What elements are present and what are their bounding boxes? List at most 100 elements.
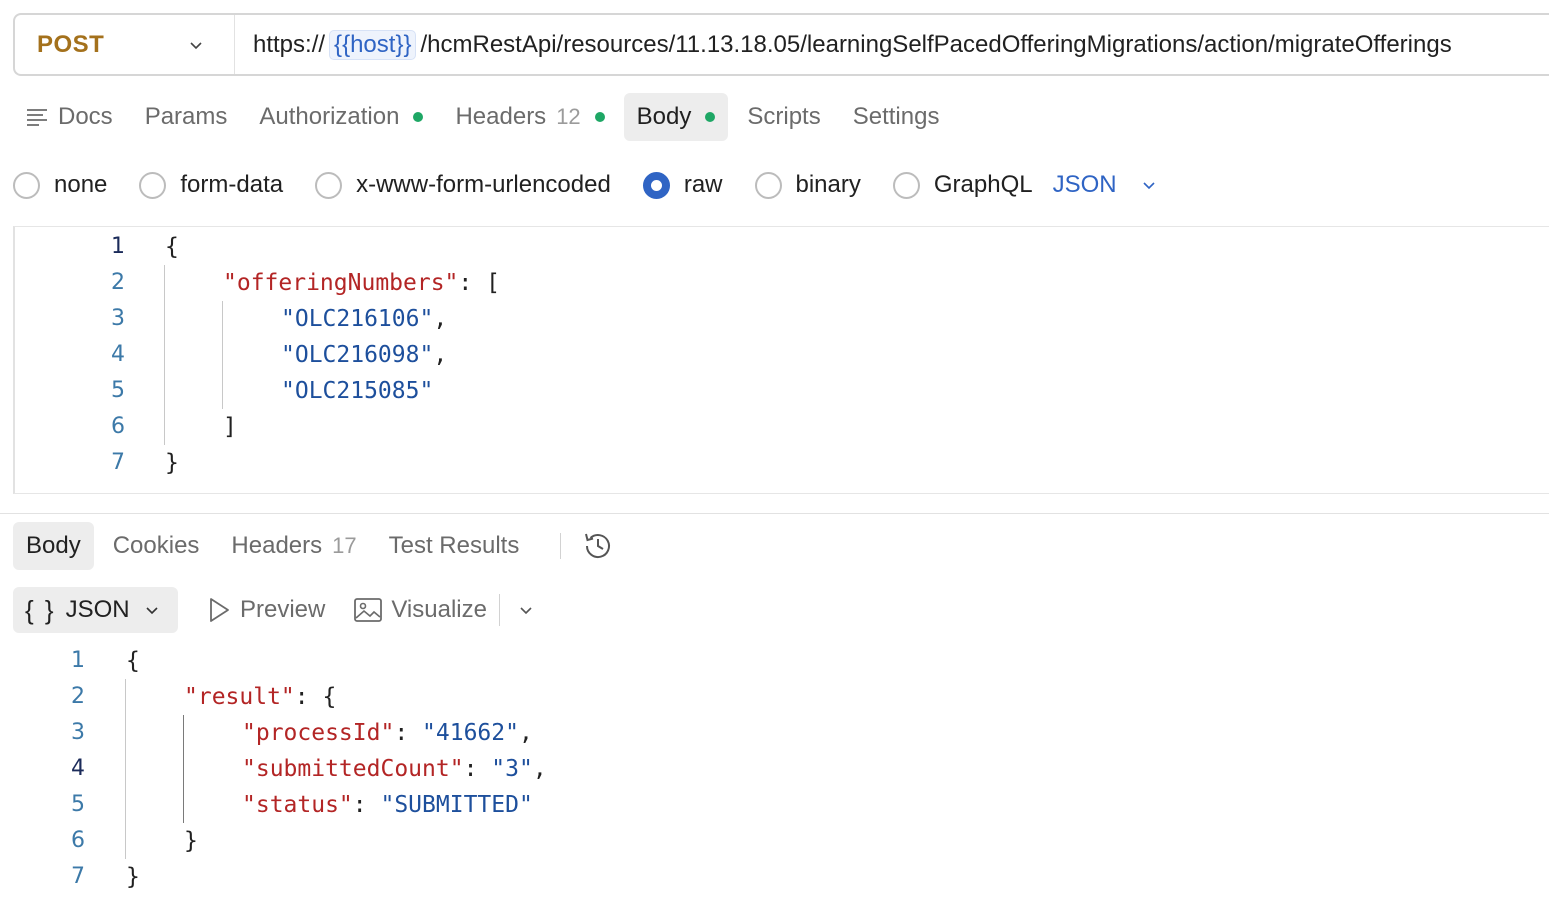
braces-icon: { } [25, 594, 56, 625]
json-punct: , [532, 756, 547, 782]
response-body-viewer[interactable]: 1 2 3 4 5 6 7 { "result": { "processId":… [13, 642, 1549, 908]
tab-scripts[interactable]: Scripts [734, 93, 833, 141]
radio-circle[interactable] [315, 171, 343, 199]
json-string: "OLC216098" [281, 342, 434, 368]
tab-label: Authorization [259, 103, 400, 130]
visualize-label: Visualize [391, 596, 487, 623]
preview-label: Preview [240, 596, 326, 623]
tab-label: Docs [58, 103, 113, 130]
radio-circle-selected[interactable] [642, 171, 670, 199]
chevron-down-icon [190, 42, 202, 50]
json-punct: : { [294, 684, 337, 710]
line-number: 1 [71, 648, 85, 673]
radio-label: GraphQL [933, 171, 1033, 198]
json-punct: { [165, 234, 179, 260]
tab-params[interactable]: Params [132, 93, 241, 141]
json-punct: } [126, 864, 140, 890]
json-punct: ] [223, 414, 237, 440]
code-line: "status": "SUBMITTED" [242, 787, 533, 823]
tab-docs[interactable]: Docs [13, 93, 126, 141]
tab-label: Body [26, 532, 81, 559]
response-format-label: JSON [65, 596, 130, 623]
tab-label: Test Results [388, 532, 520, 559]
tab-response-headers[interactable]: Headers 17 [218, 522, 369, 570]
tab-label: Headers [231, 532, 323, 559]
tab-response-body[interactable]: Body [13, 522, 94, 570]
json-punct: : [ [458, 270, 500, 296]
status-dot [594, 112, 605, 122]
toolbar-separator [498, 594, 500, 626]
radio-binary[interactable]: binary [754, 171, 861, 199]
radio-graphql[interactable]: GraphQL [892, 171, 1033, 199]
json-punct: , [433, 342, 448, 368]
code-line: { [126, 643, 140, 679]
radio-circle[interactable] [892, 171, 920, 199]
raw-format-dropdown[interactable]: JSON [1053, 171, 1157, 199]
json-punct: : [352, 792, 381, 818]
radio-label: binary [795, 171, 861, 198]
tab-separator [560, 533, 562, 559]
headers-count: 12 [556, 104, 581, 129]
visualize-button[interactable]: Visualize [353, 596, 487, 624]
radio-label: none [54, 171, 108, 198]
line-number: 2 [71, 684, 85, 709]
line-number: 6 [71, 828, 85, 853]
tab-authorization[interactable]: Authorization [246, 93, 436, 141]
method-select[interactable]: POST [15, 15, 235, 74]
request-body-editor[interactable]: 1 2 3 4 5 6 7 { "offeringNumbers": [ "OL… [13, 226, 1549, 494]
line-number: 3 [71, 720, 85, 745]
tab-label: Body [636, 103, 692, 130]
radio-none[interactable]: none [13, 171, 107, 199]
json-key: "submittedCount" [242, 756, 464, 782]
json-string: "41662" [422, 720, 519, 746]
json-key: "processId" [242, 720, 395, 746]
pane-divider[interactable] [0, 513, 1549, 514]
code-line: "OLC215085" [281, 373, 433, 409]
code-line: "processId": "41662", [242, 715, 533, 751]
body-type-selector: none form-data x-www-form-urlencoded raw… [13, 162, 1157, 208]
chevron-down-icon[interactable] [518, 602, 534, 618]
play-icon [210, 598, 229, 622]
json-punct: } [184, 828, 198, 854]
radio-circle[interactable] [754, 171, 782, 199]
tab-headers[interactable]: Headers 12 [442, 93, 617, 141]
code-line: "OLC216106", [281, 301, 447, 337]
json-punct: } [165, 450, 179, 476]
url-path: /hcmRestApi/resources/11.13.18.05/learni… [420, 30, 1452, 58]
response-toolbar: { } JSON Preview Visualize [13, 587, 534, 633]
code-line: } [126, 859, 140, 895]
code-line: ] [223, 409, 237, 445]
line-number: 7 [71, 864, 85, 889]
radio-raw[interactable]: raw [642, 171, 723, 199]
history-icon[interactable] [581, 529, 615, 563]
radio-circle[interactable] [139, 171, 167, 199]
radio-label: raw [683, 171, 723, 198]
headers-count: 17 [332, 533, 357, 558]
json-punct: : [394, 720, 423, 746]
url-variable-host[interactable]: {{host}} [329, 29, 417, 60]
radio-form-data[interactable]: form-data [139, 171, 283, 199]
json-string: "OLC216106" [281, 306, 434, 332]
tab-test-results[interactable]: Test Results [376, 522, 533, 570]
raw-format-label: JSON [1052, 171, 1117, 198]
docs-icon [27, 109, 47, 126]
tab-settings[interactable]: Settings [840, 93, 953, 141]
chevron-down-icon [1143, 182, 1155, 190]
json-punct: , [433, 306, 448, 332]
json-punct: : [463, 756, 492, 782]
radio-x-www-form-urlencoded[interactable]: x-www-form-urlencoded [315, 171, 611, 199]
line-number: 6 [111, 414, 125, 439]
json-key: "status" [242, 792, 353, 818]
code-line: } [165, 445, 179, 481]
response-format-dropdown[interactable]: { } JSON [13, 587, 178, 633]
line-number: 5 [71, 792, 85, 817]
tab-cookies[interactable]: Cookies [100, 522, 213, 570]
radio-label: x-www-form-urlencoded [356, 171, 611, 198]
status-dot [705, 112, 716, 122]
tab-body[interactable]: Body [623, 93, 729, 141]
url-input[interactable]: https:// {{host}} /hcmRestApi/resources/… [235, 29, 1452, 60]
code-line: "result": { [184, 679, 336, 715]
preview-button[interactable]: Preview [206, 596, 325, 624]
tab-label: Settings [852, 103, 940, 130]
radio-circle[interactable] [13, 171, 40, 199]
